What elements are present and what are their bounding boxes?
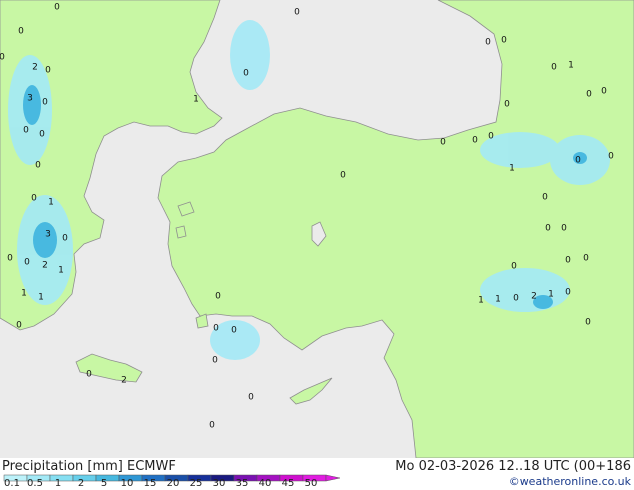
- chios-island: [175, 225, 187, 239]
- precip-value-label: 0: [23, 126, 29, 136]
- precip-value-label: 0: [31, 194, 37, 204]
- precip-value-label: 1: [548, 290, 554, 300]
- precip-value-label: 0: [542, 193, 548, 203]
- precip-core-ionian: [33, 222, 57, 258]
- precip-value-label: 0: [18, 27, 24, 37]
- precip-value-label: 2: [32, 63, 38, 73]
- precip-value-label: 0: [565, 288, 571, 298]
- scale-tick-label: 30: [212, 478, 226, 489]
- precip-value-label: 1: [21, 289, 27, 299]
- credit-link[interactable]: ©weatheronline.co.uk: [509, 476, 631, 487]
- scale-tick-label: 10: [120, 478, 134, 489]
- precip-value-label: 0: [42, 98, 48, 108]
- precipitation-map: 002 003 00 000 13 00 0 2 11 100010 00 10 0000 00 01000…: [0, 0, 634, 458]
- precip-value-label: 0: [212, 356, 218, 366]
- precip-value-label: 0: [243, 69, 249, 79]
- scale-tick-label: 0.5: [27, 478, 43, 489]
- precip-core-albania: [23, 85, 41, 125]
- precip-value-label: 0: [561, 224, 567, 234]
- precip-value-label: 1: [495, 295, 501, 305]
- scale-tick-label: 25: [189, 478, 203, 489]
- precip-value-label: 3: [45, 230, 51, 240]
- scale-tick-label: 35: [235, 478, 249, 489]
- scale-tick-label: 15: [143, 478, 157, 489]
- precip-value-label: 1: [58, 266, 64, 276]
- precip-value-label: 0: [24, 258, 30, 268]
- precip-value-label: 0: [340, 171, 346, 181]
- precip-value-label: 0: [511, 262, 517, 272]
- precip-value-label: 0: [565, 256, 571, 266]
- scale-tick-label: 1: [54, 478, 62, 489]
- precip-value-label: 0: [585, 318, 591, 328]
- scale-tick-label: 2: [77, 478, 85, 489]
- legend-title-text: Precipitation [mm]: [2, 459, 123, 474]
- precip-value-label: 2: [531, 292, 537, 302]
- precip-value-label: 1: [38, 293, 44, 303]
- weather-map-widget: 0020030000013000211100010001000000001000…: [0, 0, 634, 490]
- scale-tick-label: 20: [166, 478, 180, 489]
- precip-value-label: 0: [215, 292, 221, 302]
- precip-value-label: 3: [27, 94, 33, 104]
- precip-area-southeast: [480, 268, 570, 312]
- precip-value-label: 0: [472, 136, 478, 146]
- scale-tick-label: 45: [281, 478, 295, 489]
- precip-value-label: 0: [213, 324, 219, 334]
- precip-value-label: 0: [575, 156, 581, 166]
- scale-swatch: [95, 474, 120, 482]
- precip-value-label: 1: [568, 61, 574, 71]
- scale-arrow: [325, 474, 341, 482]
- precip-value-label: 1: [509, 164, 515, 174]
- precip-value-label: 0: [513, 294, 519, 304]
- precip-value-label: 0: [39, 130, 45, 140]
- precip-value-label: 0: [231, 326, 237, 336]
- legend-model: ECMWF: [127, 459, 176, 474]
- precip-value-label: 0: [45, 66, 51, 76]
- precip-value-label: 0: [488, 132, 494, 142]
- valid-time-label: Mo 02-03-2026 12..18 UTC (00+186: [395, 459, 631, 474]
- legend-title: Precipitation [mm] ECMWF: [2, 460, 176, 473]
- scale-tick-label: 5: [100, 478, 108, 489]
- precip-value-label: 0: [583, 254, 589, 264]
- scale-tick-label: 40: [258, 478, 272, 489]
- precip-value-label: 0: [86, 370, 92, 380]
- precip-value-label: 0: [62, 234, 68, 244]
- precip-value-label: 1: [193, 95, 199, 105]
- precip-value-label: 0: [16, 321, 22, 331]
- precip-value-label: 0: [551, 63, 557, 73]
- precip-value-label: 0: [54, 3, 60, 13]
- precip-value-label: 0: [485, 38, 491, 48]
- scale-swatch: [49, 474, 74, 482]
- precip-value-label: 0: [545, 224, 551, 234]
- precip-value-label: 1: [478, 296, 484, 306]
- scale-tick-label: 0.1: [4, 478, 20, 489]
- legend-footer: Precipitation [mm] ECMWF Mo 02-03-2026 1…: [0, 458, 634, 490]
- precip-value-label: 0: [35, 161, 41, 171]
- scale-swatch: [72, 474, 97, 482]
- precip-area-west-blacksea: [230, 20, 270, 90]
- precip-value-label: 0: [504, 100, 510, 110]
- precip-value-label: 0: [440, 138, 446, 148]
- scale-tick-label: 50: [304, 478, 318, 489]
- precip-value-label: 0: [501, 36, 507, 46]
- precip-value-label: 0: [601, 87, 607, 97]
- precip-value-label: 0: [294, 8, 300, 18]
- precip-value-label: 0: [0, 53, 5, 63]
- precip-value-label: 2: [42, 261, 48, 271]
- precip-value-label: 0: [209, 421, 215, 431]
- precip-value-label: 0: [586, 90, 592, 100]
- precip-value-label: 2: [121, 376, 127, 386]
- precip-value-label: 0: [608, 152, 614, 162]
- precip-value-label: 0: [7, 254, 13, 264]
- precip-value-label: 1: [48, 198, 54, 208]
- precip-value-label: 0: [248, 393, 254, 403]
